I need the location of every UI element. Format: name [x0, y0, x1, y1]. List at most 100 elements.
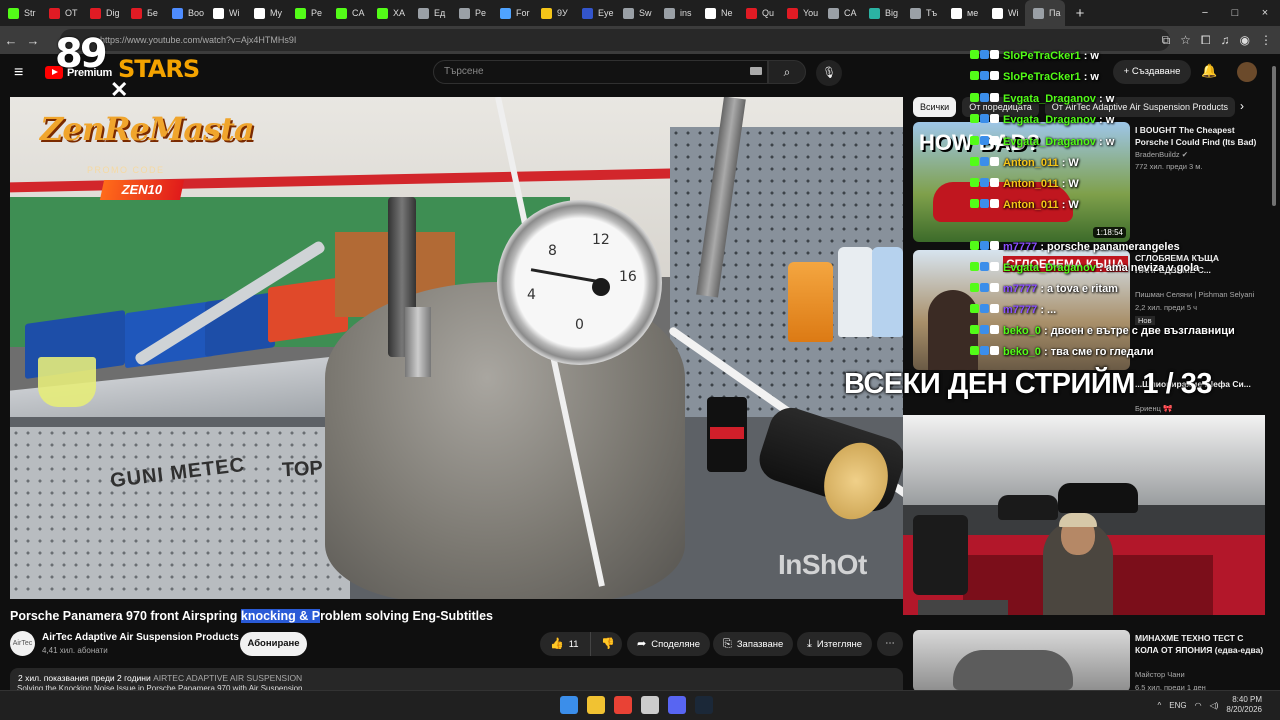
browser-tab[interactable]: ме [943, 0, 984, 26]
back-button[interactable]: ← [0, 33, 22, 48]
address-bar[interactable]: https://www.youtube.com/watch?v=Ajx4HTMH… [60, 29, 1170, 51]
browser-tab[interactable]: Ne [697, 0, 738, 26]
share-button[interactable]: ➦ Споделяне [627, 632, 711, 656]
mic-button[interactable]: 🎙 [816, 60, 842, 86]
video-thumbnail[interactable] [913, 630, 1130, 692]
tab-favicon-icon [582, 7, 593, 19]
like-button[interactable]: 👍 11 [540, 632, 590, 656]
volume-icon[interactable]: ◁) [1210, 701, 1219, 710]
new-tab-button[interactable]: + [1069, 5, 1091, 22]
browser-tab[interactable]: Wi [984, 0, 1025, 26]
notifications-bell-icon[interactable]: 🔔 [1201, 63, 1217, 79]
recommended-channel[interactable]: Пишман Селяни | Pishman Selyani [1135, 290, 1254, 299]
browser-tab[interactable]: Тъ [902, 0, 943, 26]
browser-tab[interactable]: CA [328, 0, 369, 26]
forward-button[interactable]: → [22, 33, 44, 48]
badge-icon [990, 136, 999, 146]
badge-icon [990, 199, 999, 209]
search-input[interactable]: Търсене [433, 60, 768, 84]
close-window-button[interactable]: × [1250, 0, 1280, 26]
steam-client-icon[interactable] [695, 696, 713, 714]
browser-tab[interactable]: XA [369, 0, 410, 26]
dislike-button[interactable]: 👎 [590, 632, 622, 656]
chat-message: beko_0 : двоен е вътре с две възглавници [970, 325, 1235, 337]
minimize-button[interactable]: − [1190, 0, 1220, 26]
tab-label: Pe [311, 8, 323, 18]
browser-tab[interactable]: You [779, 0, 820, 26]
stream-banner: ВСЕКИ ДЕН СТРИЙМ 1 / 33 [844, 368, 1212, 400]
browser-tab[interactable]: Str [0, 0, 41, 26]
tab-favicon-icon [172, 7, 183, 19]
chevron-up-icon[interactable]: ^ [1157, 701, 1161, 710]
download-button[interactable]: ⤓ Изтегляне [797, 632, 873, 656]
recommended-channel[interactable]: Бриенц 🎀 [1135, 404, 1172, 413]
scrollbar-thumb[interactable] [1272, 66, 1276, 206]
browser-tab[interactable]: Dig [82, 0, 123, 26]
recommended-title[interactable]: I BOUGHT The Cheapest Porsche I Could Fi… [1135, 124, 1265, 148]
tab-label: XA [393, 8, 406, 18]
channel-avatar[interactable]: AirTec [10, 631, 35, 656]
account-avatar[interactable] [1237, 62, 1257, 82]
recommended-title[interactable]: МИНАХМЕ ТЕХНО ТЕСТ С КОЛА ОТ ЯПОНИЯ (едв… [1135, 632, 1265, 656]
browser-tab[interactable]: Eye [574, 0, 615, 26]
cast-icon[interactable]: ⧉ [1162, 33, 1171, 48]
more-actions-button[interactable]: ⋯ [877, 632, 903, 656]
browser-tab[interactable]: Pe [451, 0, 492, 26]
search-button[interactable]: ⌕ [768, 60, 806, 84]
steam-icon[interactable] [641, 696, 659, 714]
recommended-channel[interactable]: BradenBuildz ✔ [1135, 150, 1188, 159]
browser-tab[interactable]: CA [820, 0, 861, 26]
browser-tab[interactable]: Boo [164, 0, 205, 26]
browser-tab[interactable]: Ед [410, 0, 451, 26]
page-scrollbar[interactable] [1270, 56, 1278, 690]
badge-icon [990, 304, 999, 314]
badge-icon [980, 304, 989, 314]
maximize-button[interactable]: □ [1220, 0, 1250, 26]
recommended-channel[interactable]: Майстор Чани [1135, 670, 1185, 679]
save-button[interactable]: ⎘ Запазване [713, 632, 794, 656]
badge-icon [990, 157, 999, 167]
browser-tab[interactable]: Big [861, 0, 902, 26]
keyboard-icon[interactable] [750, 67, 762, 75]
tab-label: You [803, 8, 819, 18]
tab-favicon-icon [869, 7, 880, 19]
windows-start-icon[interactable] [560, 696, 578, 714]
kebab-menu-icon[interactable]: ⋮ [1260, 33, 1272, 47]
browser-tab[interactable]: Бе [123, 0, 164, 26]
chat-text: : w [1095, 114, 1115, 126]
file-explorer-icon[interactable] [587, 696, 605, 714]
browser-tab[interactable]: For [492, 0, 533, 26]
system-tray: ^ ENG ◠ ◁) 8:40 PM 8/20/2026 [1157, 695, 1262, 715]
chrome-icon[interactable] [614, 696, 632, 714]
chevron-right-icon[interactable]: › [1240, 99, 1244, 113]
hamburger-menu-icon[interactable]: ≡ [14, 64, 23, 82]
browser-tab[interactable]: Па× [1025, 0, 1065, 26]
browser-tab[interactable]: My [246, 0, 287, 26]
badge-icon [980, 346, 989, 356]
extensions-icon[interactable]: ⧠ [1201, 33, 1211, 48]
discord-icon[interactable] [668, 696, 686, 714]
language-indicator[interactable]: ENG [1169, 701, 1186, 710]
chip-all[interactable]: Всички [913, 97, 957, 117]
browser-tab[interactable]: Pe [287, 0, 328, 26]
thumbs-down-icon: 👎 [601, 638, 615, 650]
browser-tab[interactable]: 9У [533, 0, 574, 26]
browser-tab[interactable]: ins [656, 0, 697, 26]
browser-tab[interactable]: Sw [615, 0, 656, 26]
subscribe-button[interactable]: Абониране [240, 632, 307, 656]
create-button[interactable]: + Създаване [1113, 60, 1191, 84]
browser-tab[interactable]: Qu [738, 0, 779, 26]
network-icon[interactable]: ◠ [1195, 701, 1202, 710]
bookmark-star-icon[interactable]: ☆ [1180, 33, 1191, 47]
channel-name[interactable]: AirTec Adaptive Air Suspension Products [42, 632, 239, 643]
channel-hashtag[interactable]: AIRTEC ADAPTIVE AIR SUSPENSION [153, 673, 302, 683]
clock[interactable]: 8:40 PM 8/20/2026 [1226, 695, 1262, 715]
browser-tab[interactable]: OT [41, 0, 82, 26]
profile-icon[interactable]: ◉ [1240, 33, 1250, 47]
recommended-video[interactable]: МИНАХМЕ ТЕХНО ТЕСТ С КОЛА ОТ ЯПОНИЯ (едв… [913, 630, 1273, 692]
window-controls: − □ × [1190, 0, 1280, 26]
browser-tab[interactable]: Wi [205, 0, 246, 26]
tab-label: Pe [475, 8, 487, 18]
media-icon[interactable]: ♫ [1221, 33, 1230, 47]
badge-icon [980, 199, 989, 209]
